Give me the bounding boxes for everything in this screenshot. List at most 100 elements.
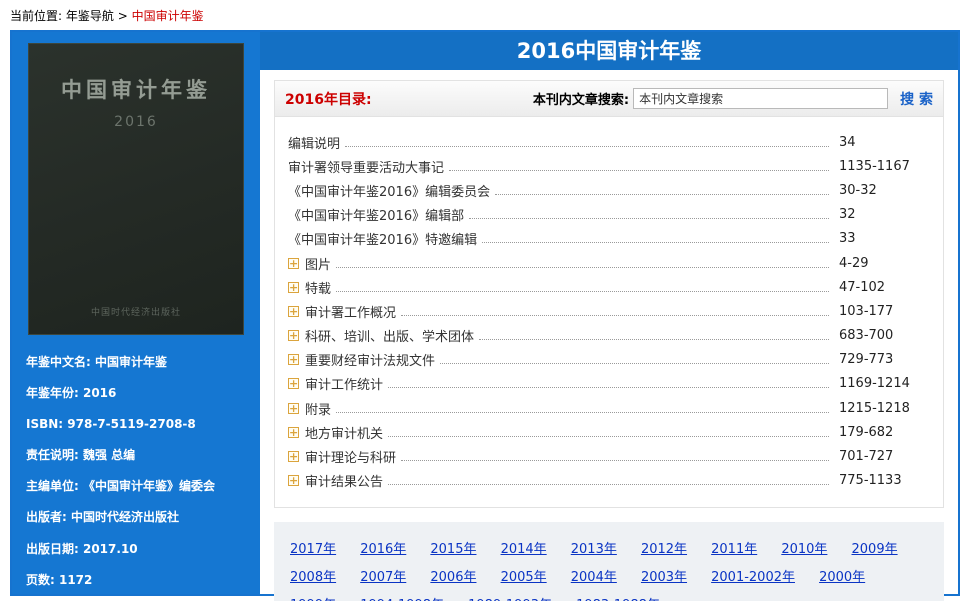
expand-plus-icon[interactable] <box>288 377 299 390</box>
toc-item[interactable]: 地方审计机关 179-682 <box>288 420 931 444</box>
book-meta-row: 出版者: 中国时代经济出版社 <box>26 510 246 526</box>
toc-item-label[interactable]: 图片 <box>305 254 331 273</box>
year-link[interactable]: 2009年 <box>852 537 898 563</box>
toc-item-label[interactable]: 地方审计机关 <box>305 423 383 442</box>
meta-value: 《中国审计年鉴》编委会 <box>82 479 215 494</box>
year-link[interactable]: 2003年 <box>641 565 687 591</box>
year-link[interactable]: 1989-1993年 <box>468 593 552 601</box>
sidebar: 中国审计年鉴 2016 中国时代经济出版社 年鉴中文名: 中国审计年鉴 年鉴年份… <box>12 32 260 594</box>
toc-item[interactable]: 特载 47-102 <box>288 275 931 299</box>
year-link[interactable]: 2007年 <box>360 565 406 591</box>
main-container: 中国审计年鉴 2016 中国时代经济出版社 年鉴中文名: 中国审计年鉴 年鉴年份… <box>10 30 960 601</box>
page-title: 2016中国审计年鉴 <box>260 32 958 70</box>
toc-item-label[interactable]: 审计署领导重要活动大事记 <box>288 157 444 176</box>
dotted-leader <box>345 145 829 147</box>
expand-plus-icon[interactable] <box>288 353 299 366</box>
toc-item[interactable]: 编辑说明 34 <box>288 130 931 154</box>
year-link[interactable]: 2000年 <box>819 565 865 591</box>
toc-item-pages: 4-29 <box>839 255 869 271</box>
dotted-leader <box>336 266 829 268</box>
toc-item[interactable]: 审计工作统计 1169-1214 <box>288 372 931 396</box>
toc-item-label[interactable]: 重要财经审计法规文件 <box>305 350 435 369</box>
year-link[interactable]: 2016年 <box>360 537 406 563</box>
expand-plus-icon[interactable] <box>288 450 299 463</box>
toc-item-pages: 47-102 <box>839 279 886 295</box>
breadcrumb-separator: > <box>117 9 128 23</box>
year-link[interactable]: 2006年 <box>430 565 476 591</box>
dotted-leader <box>388 484 829 486</box>
expand-plus-icon[interactable] <box>288 305 299 318</box>
breadcrumb-nav-link[interactable]: 年鉴导航 <box>66 9 114 23</box>
expand-plus-icon[interactable] <box>288 281 299 294</box>
year-link[interactable]: 2011年 <box>711 537 757 563</box>
toc-item-label[interactable]: 《中国审计年鉴2016》特邀编辑 <box>288 229 477 248</box>
year-link[interactable]: 2008年 <box>290 565 336 591</box>
year-link[interactable]: 2013年 <box>571 537 617 563</box>
expand-plus-icon[interactable] <box>288 474 299 487</box>
year-link[interactable]: 1983-1988年 <box>576 593 660 601</box>
dotted-leader <box>336 290 829 292</box>
toc-item-pages: 701-727 <box>839 449 894 465</box>
dotted-leader <box>401 314 829 316</box>
toc-list: 编辑说明 34 审计署领导重要活动大事记 1135-1167 《中国审计年鉴20… <box>275 117 943 507</box>
dotted-leader <box>336 411 829 413</box>
toc-item-pages: 775-1133 <box>839 473 902 489</box>
toc-item[interactable]: 科研、培训、出版、学术团体 683-700 <box>288 324 931 348</box>
book-cover-image: 中国审计年鉴 2016 中国时代经济出版社 <box>28 43 244 335</box>
dotted-leader <box>388 435 829 437</box>
toc-item-label[interactable]: 审计结果公告 <box>305 471 383 490</box>
search-button[interactable]: 搜 索 <box>900 89 933 109</box>
meta-value: 978-7-5119-2708-8 <box>67 417 196 432</box>
toc-item[interactable]: 审计理论与科研 701-727 <box>288 444 931 468</box>
dotted-leader <box>449 169 829 171</box>
toc-item-label[interactable]: 附录 <box>305 399 331 418</box>
toc-item-label[interactable]: 科研、培训、出版、学术团体 <box>305 326 474 345</box>
year-link[interactable]: 1994-1998年 <box>360 593 444 601</box>
search-input[interactable] <box>633 88 889 109</box>
year-link[interactable]: 2012年 <box>641 537 687 563</box>
toc-item[interactable]: 《中国审计年鉴2016》编辑部 32 <box>288 203 931 227</box>
expand-plus-icon[interactable] <box>288 426 299 439</box>
toc-item[interactable]: 重要财经审计法规文件 729-773 <box>288 348 931 372</box>
toc-item[interactable]: 审计署工作概况 103-177 <box>288 299 931 323</box>
toc-item[interactable]: 《中国审计年鉴2016》特邀编辑 33 <box>288 227 931 251</box>
meta-value: 中国审计年鉴 <box>94 355 167 369</box>
toc-item[interactable]: 《中国审计年鉴2016》编辑委员会 30-32 <box>288 178 931 202</box>
meta-label: 年鉴年份: <box>26 386 83 401</box>
meta-label: 出版者: <box>26 510 71 525</box>
year-link[interactable]: 2001-2002年 <box>711 565 795 591</box>
toc-item-label[interactable]: 《中国审计年鉴2016》编辑委员会 <box>288 181 490 200</box>
toc-item[interactable]: 审计结果公告 775-1133 <box>288 469 931 493</box>
meta-value: 2017.10 <box>82 541 138 556</box>
dotted-leader <box>440 363 829 365</box>
book-meta-row: ISBN: 978-7-5119-2708-8 <box>26 417 246 433</box>
expand-plus-icon[interactable] <box>288 257 299 270</box>
year-links-panel: 2017年 2016年 2015年 2014年 2013年 2012年 2011… <box>274 521 944 601</box>
year-link[interactable]: 2017年 <box>290 537 336 563</box>
year-link[interactable]: 1999年 <box>290 593 336 601</box>
year-link[interactable]: 2005年 <box>501 565 547 591</box>
year-link[interactable]: 2010年 <box>781 537 827 563</box>
toc-item-label[interactable]: 审计工作统计 <box>305 374 383 393</box>
toc-item-label[interactable]: 特载 <box>305 278 331 297</box>
meta-value: 2016 <box>82 386 117 401</box>
toc-item-label[interactable]: 审计署工作概况 <box>305 302 396 321</box>
toc-item[interactable]: 附录 1215-1218 <box>288 396 931 420</box>
expand-plus-icon[interactable] <box>288 329 299 342</box>
breadcrumb: 当前位置: 年鉴导航 > 中国审计年鉴 <box>0 0 970 30</box>
search-area: 本刊内文章搜索: 搜 索 <box>533 88 933 109</box>
toc-item-label[interactable]: 审计理论与科研 <box>305 447 396 466</box>
year-link[interactable]: 2004年 <box>571 565 617 591</box>
toc-item-label[interactable]: 编辑说明 <box>288 133 340 152</box>
meta-label: 年鉴中文名: <box>26 355 95 369</box>
year-link[interactable]: 2014年 <box>501 537 547 563</box>
search-label: 本刊内文章搜索: <box>532 93 630 108</box>
toc-item-label[interactable]: 《中国审计年鉴2016》编辑部 <box>288 205 464 224</box>
toc-item-pages: 1135-1167 <box>839 158 910 174</box>
toc-item[interactable]: 图片 4-29 <box>288 251 931 275</box>
expand-plus-icon[interactable] <box>288 402 299 415</box>
book-meta-list: 年鉴中文名: 中国审计年鉴 年鉴年份: 2016 ISBN: 978-7-511… <box>12 335 260 601</box>
year-link[interactable]: 2015年 <box>430 537 476 563</box>
book-meta-row: 主编单位: 《中国审计年鉴》编委会 <box>26 479 246 495</box>
toc-item[interactable]: 审计署领导重要活动大事记 1135-1167 <box>288 154 931 178</box>
